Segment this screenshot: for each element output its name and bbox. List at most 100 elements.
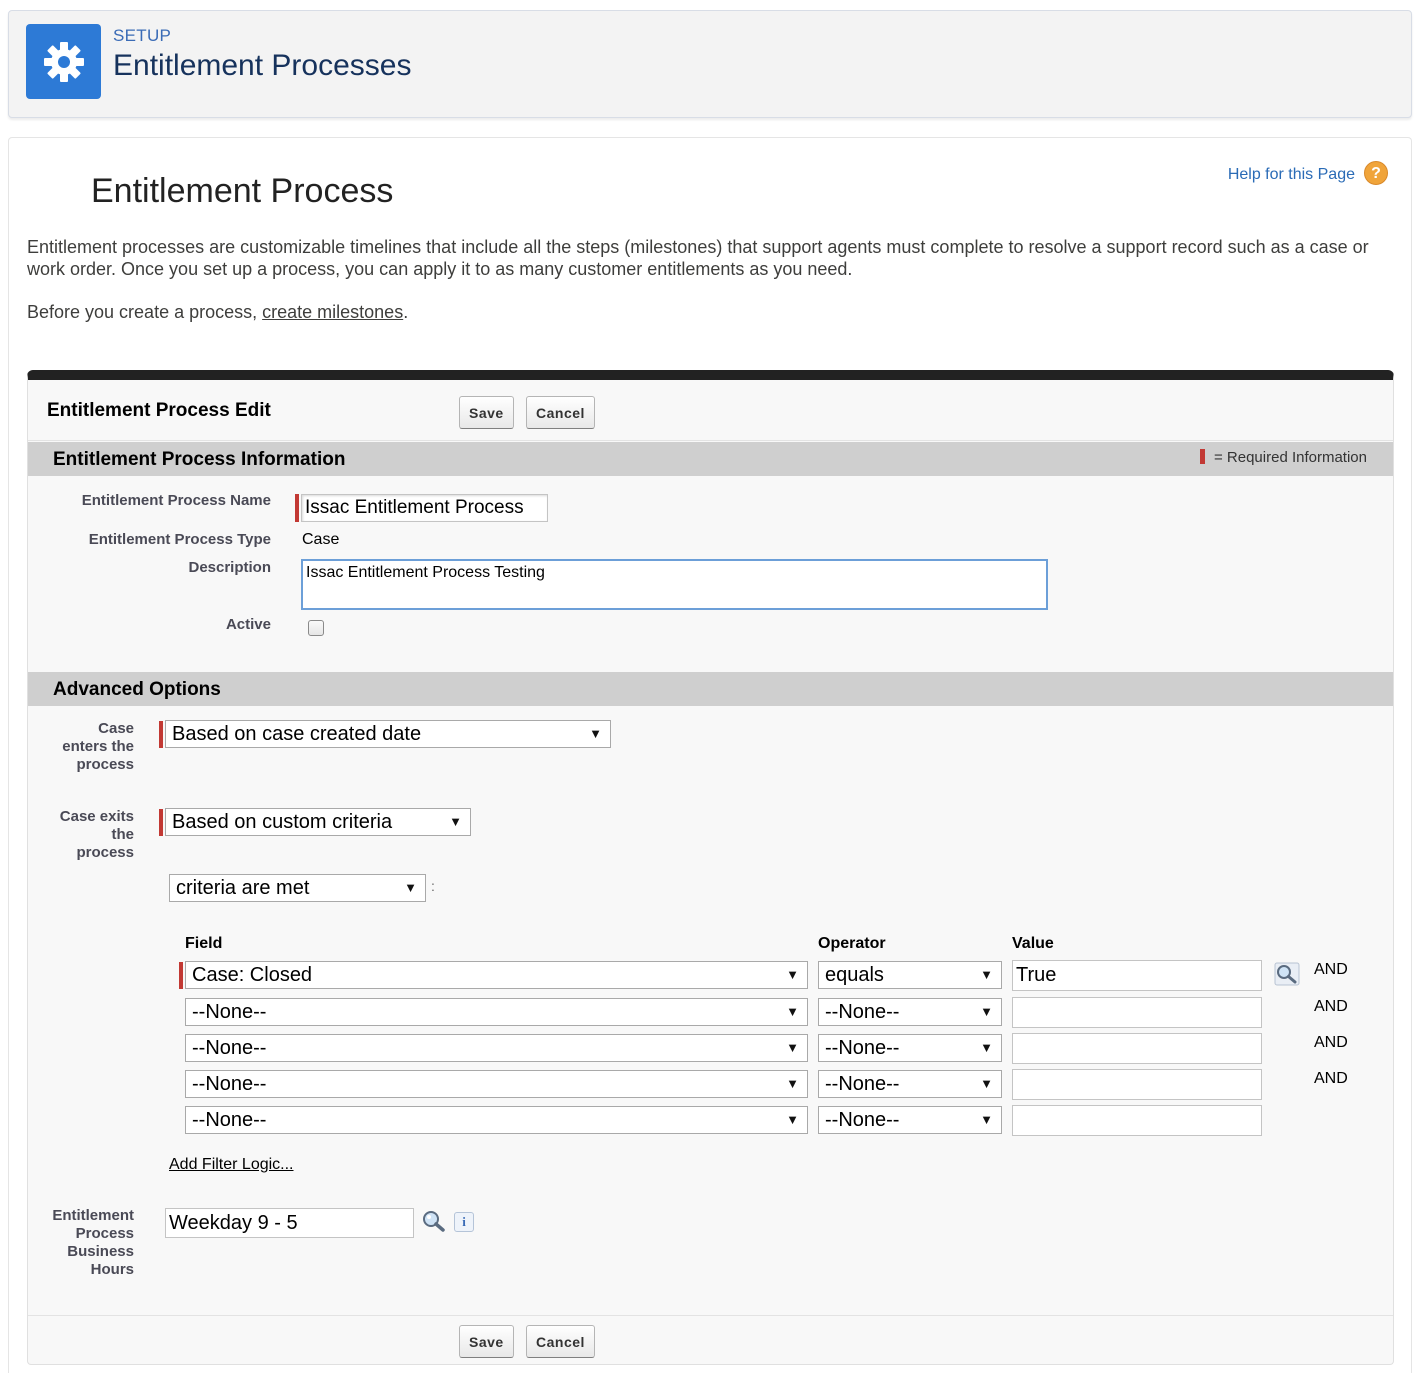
case-enters-select[interactable]: Based on case created date ▼ <box>165 720 611 748</box>
required-legend-text: = Required Information <box>1213 449 1367 466</box>
gear-icon <box>26 24 101 99</box>
dropdown-arrow-icon: ▼ <box>786 1112 799 1127</box>
process-type-label: Entitlement Process Type <box>88 531 271 548</box>
lookup-icon[interactable] <box>1274 962 1300 986</box>
column-header-field: Field <box>185 935 223 952</box>
criteria-value-input[interactable]: True <box>1012 960 1262 991</box>
criteria-field-select[interactable]: --None-- ▼ <box>185 1070 808 1098</box>
section-title-information: Entitlement Process Information <box>53 449 346 470</box>
dropdown-arrow-icon: ▼ <box>786 1004 799 1019</box>
selected-value: equals <box>825 964 884 986</box>
description-label: Description <box>188 559 271 576</box>
intro-text: Entitlement processes are customizable t… <box>27 237 1369 279</box>
divider <box>28 1315 1393 1316</box>
dropdown-arrow-icon: ▼ <box>449 814 462 829</box>
selected-value: Case: Closed <box>192 964 313 986</box>
dropdown-arrow-icon: ▼ <box>980 1040 993 1055</box>
selected-value: Based on case created date <box>172 723 422 745</box>
label-line: Process <box>75 1225 134 1242</box>
dropdown-arrow-icon: ▼ <box>786 967 799 982</box>
case-exits-label: Case exits the process <box>60 808 134 862</box>
required-indicator <box>159 809 163 836</box>
criteria-field-select[interactable]: Case: Closed ▼ <box>185 961 808 989</box>
label-line: Case exits <box>59 808 134 825</box>
cancel-button-top[interactable]: Cancel <box>526 396 595 429</box>
selected-value: criteria are met <box>176 877 310 899</box>
description-textarea[interactable]: Issac Entitlement Process Testing <box>301 559 1048 610</box>
selected-value: --None-- <box>825 1001 900 1023</box>
criteria-value-input[interactable] <box>1012 1069 1262 1100</box>
selected-value: --None-- <box>825 1037 900 1059</box>
criteria-operator-select[interactable]: --None-- ▼ <box>818 998 1002 1026</box>
label-line: process <box>76 844 134 861</box>
process-name-input[interactable]: Issac Entitlement Process <box>301 494 548 522</box>
section-bar-advanced: Advanced Options <box>28 672 1393 706</box>
cancel-button-bottom[interactable]: Cancel <box>526 1325 595 1358</box>
intro2-suffix: . <box>403 302 409 322</box>
criteria-value-input[interactable] <box>1012 1033 1262 1064</box>
setup-header: SETUP Entitlement Processes <box>8 10 1412 118</box>
criteria-operator-select[interactable]: equals ▼ <box>818 961 1002 989</box>
required-indicator <box>179 962 183 989</box>
and-connector: AND <box>1314 1070 1348 1087</box>
process-type-value: Case <box>302 531 340 548</box>
dropdown-arrow-icon: ▼ <box>980 967 993 982</box>
selected-value: Based on custom criteria <box>172 811 393 833</box>
criteria-select[interactable]: criteria are met ▼ <box>169 874 426 902</box>
required-legend: = Required Information <box>1199 449 1367 466</box>
criteria-field-select[interactable]: --None-- ▼ <box>185 998 808 1026</box>
criteria-operator-select[interactable]: --None-- ▼ <box>818 1070 1002 1098</box>
process-name-label: Entitlement Process Name <box>81 492 271 509</box>
case-exits-select[interactable]: Based on custom criteria ▼ <box>165 808 471 836</box>
label-line: Entitlement <box>52 1207 134 1224</box>
info-icon[interactable]: i <box>454 1212 474 1232</box>
section-title-advanced: Advanced Options <box>53 679 221 700</box>
case-enters-label: Case enters the process <box>62 720 134 774</box>
help-link[interactable]: Help for this Page <box>1228 166 1355 184</box>
save-button-bottom[interactable]: Save <box>459 1325 514 1358</box>
criteria-operator-select[interactable]: --None-- ▼ <box>818 1106 1002 1134</box>
criteria-operator-select[interactable]: --None-- ▼ <box>818 1034 1002 1062</box>
divider <box>28 440 1393 441</box>
label-line: Business <box>67 1243 134 1260</box>
intro-text-milestones: Before you create a process, create mile… <box>27 302 408 323</box>
selected-value: --None-- <box>825 1073 900 1095</box>
selected-value: --None-- <box>192 1037 267 1059</box>
criteria-value-input[interactable] <box>1012 1105 1262 1136</box>
criteria-field-select[interactable]: --None-- ▼ <box>185 1034 808 1062</box>
lookup-icon[interactable] <box>421 1209 447 1233</box>
breadcrumb-setup: SETUP <box>113 26 172 45</box>
dropdown-arrow-icon: ▼ <box>786 1076 799 1091</box>
main-card: Entitlement Process Help for this Page ?… <box>8 137 1412 1373</box>
criteria-field-select[interactable]: --None-- ▼ <box>185 1106 808 1134</box>
label-line: Case <box>98 720 134 737</box>
entitlement-process-edit-form: Entitlement Process Edit Save Cancel Ent… <box>27 370 1394 1365</box>
active-label: Active <box>225 616 271 633</box>
header-title: Entitlement Processes <box>113 49 412 82</box>
column-header-operator: Operator <box>818 935 886 952</box>
section-bar-information: Entitlement Process Information = Requir… <box>28 442 1393 476</box>
create-milestones-link[interactable]: create milestones <box>262 302 403 322</box>
column-header-value: Value <box>1012 935 1054 952</box>
selected-value: --None-- <box>192 1109 267 1131</box>
and-connector: AND <box>1314 1034 1348 1051</box>
dropdown-arrow-icon: ▼ <box>786 1040 799 1055</box>
add-filter-logic-link[interactable]: Add Filter Logic... <box>169 1156 294 1174</box>
label-line: the <box>111 826 135 843</box>
page-title: Entitlement Process <box>91 172 394 210</box>
help-icon[interactable]: ? <box>1364 161 1388 185</box>
intro2-prefix: Before you create a process, <box>27 302 263 322</box>
form-title: Entitlement Process Edit <box>47 400 271 421</box>
selected-value: --None-- <box>825 1109 900 1131</box>
criteria-value-input[interactable] <box>1012 997 1262 1028</box>
active-checkbox[interactable] <box>308 620 324 636</box>
selected-value: --None-- <box>192 1001 267 1023</box>
required-indicator <box>295 494 299 522</box>
dropdown-arrow-icon: ▼ <box>980 1112 993 1127</box>
required-indicator <box>159 721 163 748</box>
save-button-top[interactable]: Save <box>459 396 514 429</box>
dropdown-arrow-icon: ▼ <box>980 1004 993 1019</box>
business-hours-input[interactable]: Weekday 9 - 5 <box>165 1208 414 1238</box>
selected-value: --None-- <box>192 1073 267 1095</box>
and-connector: AND <box>1314 961 1348 978</box>
